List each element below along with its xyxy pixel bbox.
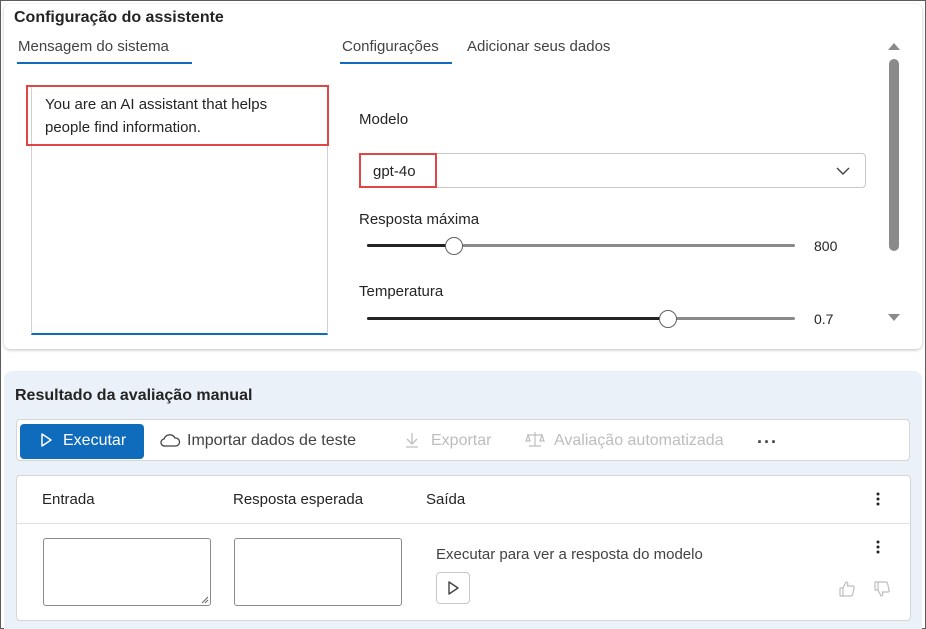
tab-configurations[interactable]: Configurações: [342, 38, 439, 55]
header-kebab-icon[interactable]: [871, 490, 885, 508]
column-header-expected-response: Resposta esperada: [233, 491, 364, 508]
tab-system-message[interactable]: Mensagem do sistema: [18, 38, 169, 55]
temperature-value: 0.7: [814, 311, 834, 327]
table-header-divider: [17, 523, 910, 524]
download-icon: [406, 433, 418, 448]
run-icon: [41, 433, 52, 447]
export-button[interactable]: Exportar: [431, 432, 491, 450]
max-response-label: Resposta máxima: [359, 211, 480, 228]
tab-add-data[interactable]: Adicionar seus dados: [467, 38, 610, 55]
cloud-icon: [160, 434, 181, 447]
system-message-highlight: [26, 85, 329, 146]
more-options-icon[interactable]: ···: [757, 432, 778, 453]
output-hint: Executar para ver a resposta do modelo: [436, 546, 703, 563]
tab-system-message-indicator: [17, 62, 192, 64]
import-test-data-button[interactable]: Importar dados de teste: [187, 432, 356, 450]
automated-evaluation-button[interactable]: Avaliação automatizada: [554, 432, 724, 450]
manual-evaluation-title: Resultado da avaliação manual: [15, 387, 253, 404]
max-response-slider-fill: [367, 244, 453, 247]
scrollbar-thumb[interactable]: [889, 59, 899, 251]
temperature-slider-thumb[interactable]: [658, 310, 677, 328]
temperature-slider-fill: [367, 317, 667, 320]
column-header-output: Saída: [426, 491, 466, 508]
assistant-setup-title: Configuração do assistente: [14, 9, 224, 26]
max-response-slider-thumb[interactable]: [444, 237, 463, 255]
input-field[interactable]: [43, 538, 211, 606]
temperature-label: Temperatura: [359, 283, 444, 300]
run-button-label: Executar: [63, 432, 127, 449]
run-icon: [448, 581, 459, 595]
row-kebab-icon[interactable]: [871, 538, 885, 556]
resize-grip-icon[interactable]: [199, 594, 209, 604]
column-header-input: Entrada: [42, 491, 95, 508]
thumbs-up-icon[interactable]: [837, 579, 857, 599]
chevron-down-icon[interactable]: [833, 161, 853, 181]
scroll-up-arrow-icon[interactable]: [888, 42, 900, 50]
tab-configurations-indicator: [340, 62, 452, 64]
max-response-value: 800: [814, 238, 838, 254]
scale-icon: [525, 432, 545, 447]
model-label: Modelo: [359, 111, 409, 128]
scroll-down-arrow-icon[interactable]: [888, 314, 900, 322]
expected-response-field[interactable]: [234, 538, 402, 606]
thumbs-down-icon[interactable]: [872, 579, 892, 599]
model-highlight: [359, 153, 437, 188]
